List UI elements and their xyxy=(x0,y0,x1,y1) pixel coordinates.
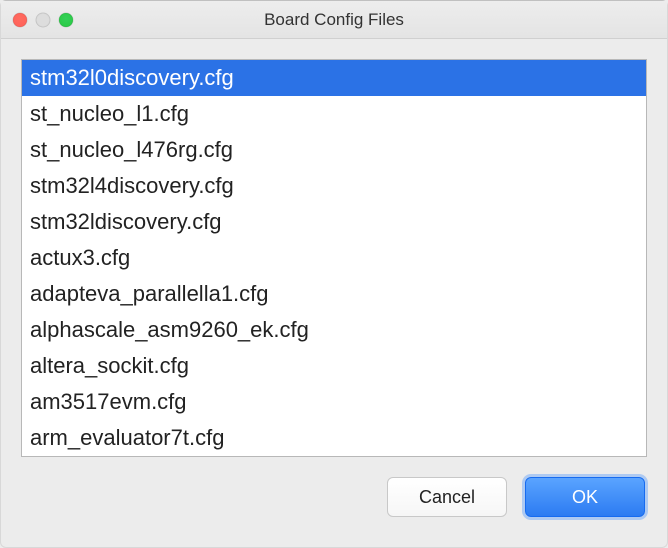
window-title: Board Config Files xyxy=(1,10,667,30)
config-file-list[interactable]: stm32l0discovery.cfgst_nucleo_l1.cfgst_n… xyxy=(21,59,647,457)
zoom-icon[interactable] xyxy=(59,13,73,27)
dialog-content: stm32l0discovery.cfgst_nucleo_l1.cfgst_n… xyxy=(1,39,667,457)
list-item[interactable]: stm32ldiscovery.cfg xyxy=(22,204,646,240)
list-item[interactable]: st_nucleo_l1.cfg xyxy=(22,96,646,132)
minimize-icon xyxy=(36,13,50,27)
list-item[interactable]: actux3.cfg xyxy=(22,240,646,276)
list-item[interactable]: stm32l4discovery.cfg xyxy=(22,168,646,204)
list-item[interactable]: alphascale_asm9260_ek.cfg xyxy=(22,312,646,348)
list-item[interactable]: adapteva_parallella1.cfg xyxy=(22,276,646,312)
ok-button[interactable]: OK xyxy=(525,477,645,517)
list-item[interactable]: arm_evaluator7t.cfg xyxy=(22,420,646,456)
traffic-lights xyxy=(1,13,73,27)
close-icon[interactable] xyxy=(13,13,27,27)
titlebar: Board Config Files xyxy=(1,1,667,39)
list-item[interactable]: am3517evm.cfg xyxy=(22,384,646,420)
list-item[interactable]: stm32l0discovery.cfg xyxy=(22,60,646,96)
button-row: Cancel OK xyxy=(1,457,667,517)
list-item[interactable]: altera_sockit.cfg xyxy=(22,348,646,384)
cancel-button[interactable]: Cancel xyxy=(387,477,507,517)
list-item[interactable]: st_nucleo_l476rg.cfg xyxy=(22,132,646,168)
